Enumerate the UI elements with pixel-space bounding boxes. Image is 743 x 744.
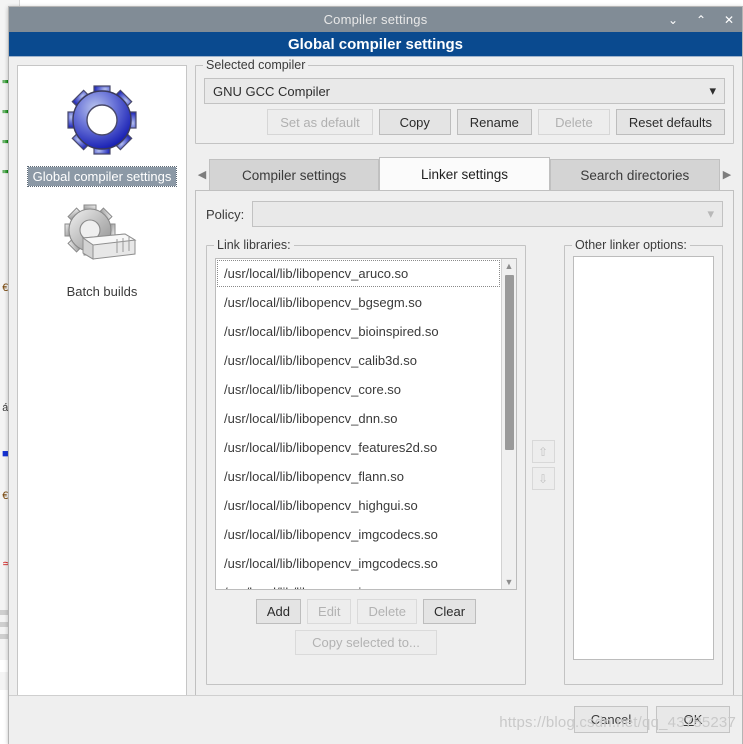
sidebar-item-global-compiler-settings[interactable]: Global compiler settings (18, 74, 186, 187)
tab-scroll-right-icon[interactable]: ▶ (720, 157, 734, 191)
scrollbar-thumb[interactable] (505, 275, 514, 450)
tab-search-directories[interactable]: Search directories (549, 159, 720, 191)
move-up-button[interactable]: ⇧ (531, 440, 555, 463)
list-item[interactable]: /usr/local/lib/libopencv_imgproc.so (216, 578, 501, 589)
rename-button[interactable]: Rename (456, 109, 532, 135)
compiler-select[interactable]: GNU GCC Compiler ▾ (204, 78, 725, 104)
banner-title: Global compiler settings (287, 35, 464, 53)
clear-button[interactable]: Clear (423, 599, 477, 624)
linker-columns: Link libraries: /usr/local/lib/libopencv… (206, 238, 723, 685)
list-item[interactable]: /usr/local/lib/libopencv_flann.so (216, 462, 501, 491)
gray-gear-stack-icon (63, 198, 141, 272)
screenshot-root: ➠ ➠ ➠ ➠ € á ■ € ≃ Compiler settings ⌄ ⌃ … (0, 0, 743, 744)
dialog-action-buttons: Cancel OK (574, 706, 730, 733)
tab-compiler-settings[interactable]: Compiler settings (209, 159, 380, 191)
other-linker-options-input[interactable] (573, 256, 714, 660)
add-button[interactable]: Add (255, 599, 302, 624)
edit-button[interactable]: Edit (307, 599, 352, 624)
ok-button-accel: O (683, 712, 694, 727)
delete-compiler-button[interactable]: Delete (537, 109, 610, 135)
list-item[interactable]: /usr/local/lib/libopencv_calib3d.so (216, 346, 501, 375)
tab-scroll-left-icon[interactable]: ◀ (195, 157, 209, 191)
chevron-down-icon: ▾ (707, 206, 714, 221)
ok-button[interactable]: OK (656, 706, 730, 733)
list-item[interactable]: /usr/local/lib/libopencv_core.so (216, 375, 501, 404)
cancel-button[interactable]: Cancel (574, 706, 648, 733)
list-item[interactable]: /usr/local/lib/libopencv_imgcodecs.so (216, 549, 501, 578)
minimize-icon[interactable]: ⌄ (666, 14, 680, 26)
scroll-up-icon[interactable]: ▲ (502, 259, 516, 273)
other-linker-options-group: Other linker options: (564, 238, 723, 685)
settings-tabstrip: ◀ Compiler settings Linker settings Sear… (195, 156, 734, 191)
other-linker-options-title: Other linker options: (572, 238, 690, 252)
tab-linker-settings[interactable]: Linker settings (379, 157, 550, 191)
sidebar-item-label: Global compiler settings (26, 166, 178, 187)
sidebar-item-batch-builds[interactable]: Batch builds (18, 198, 186, 301)
close-icon[interactable]: ✕ (722, 14, 736, 26)
compiler-settings-dialog: Compiler settings ⌄ ⌃ ✕ Global compiler … (8, 6, 743, 744)
selected-compiler-group: Selected compiler GNU GCC Compiler ▾ Set… (195, 58, 734, 144)
link-libraries-buttons: Add Edit Delete Clear (215, 599, 517, 624)
move-down-button[interactable]: ⇩ (531, 467, 555, 490)
list-item[interactable]: /usr/local/lib/libopencv_imgcodecs.so (216, 520, 501, 549)
sidebar-item-label: Batch builds (66, 284, 138, 299)
dialog-title: Compiler settings (323, 12, 428, 27)
link-libraries-column: Link libraries: /usr/local/lib/libopencv… (206, 238, 526, 685)
dialog-titlebar: Compiler settings ⌄ ⌃ ✕ (9, 7, 742, 32)
settings-pane: Selected compiler GNU GCC Compiler ▾ Set… (195, 58, 734, 737)
list-item[interactable]: /usr/local/lib/libopencv_bgsegm.so (216, 288, 501, 317)
list-item[interactable]: /usr/local/lib/libopencv_features2d.so (216, 433, 501, 462)
copy-selected-to-button[interactable]: Copy selected to... (295, 630, 437, 655)
link-libraries-title: Link libraries: (214, 238, 294, 252)
selected-compiler-title: Selected compiler (203, 58, 309, 72)
policy-label: Policy: (206, 206, 245, 222)
reorder-buttons: ⇧ ⇩ (526, 245, 560, 685)
link-libraries-group: Link libraries: /usr/local/lib/libopencv… (206, 238, 526, 685)
delete-button[interactable]: Delete (357, 599, 418, 624)
other-linker-options-column: Other linker options: (564, 238, 723, 685)
compiler-actions: Set as default Copy Rename Delete Reset … (204, 109, 725, 135)
window-controls: ⌄ ⌃ ✕ (666, 7, 736, 32)
dialog-footer: Cancel OK (9, 695, 742, 743)
list-item[interactable]: /usr/local/lib/libopencv_bioinspired.so (216, 317, 501, 346)
chevron-down-icon: ▾ (709, 83, 716, 98)
link-libraries-list[interactable]: /usr/local/lib/libopencv_aruco.so /usr/l… (215, 258, 517, 590)
dialog-body: Global compiler settings Batch builds Se… (9, 57, 742, 744)
dialog-banner: Global compiler settings (9, 32, 742, 57)
copy-button[interactable]: Copy (378, 109, 451, 135)
settings-sidebar: Global compiler settings Batch builds (17, 65, 187, 737)
set-as-default-button[interactable]: Set as default (267, 109, 373, 135)
list-vertical-scrollbar[interactable]: ▲ ▼ (501, 259, 516, 589)
blue-gear-icon (60, 74, 144, 166)
list-item[interactable]: /usr/local/lib/libopencv_highgui.so (216, 491, 501, 520)
scroll-down-icon[interactable]: ▼ (502, 575, 516, 589)
compiler-select-value: GNU GCC Compiler (213, 83, 331, 99)
policy-select[interactable]: ▾ (252, 201, 723, 227)
reset-defaults-button[interactable]: Reset defaults (615, 109, 725, 135)
maximize-icon[interactable]: ⌃ (694, 14, 708, 26)
list-item[interactable]: /usr/local/lib/libopencv_dnn.so (216, 404, 501, 433)
copy-selected-row: Copy selected to... (215, 630, 517, 655)
policy-row: Policy: ▾ (206, 201, 723, 227)
list-item[interactable]: /usr/local/lib/libopencv_aruco.so (216, 259, 501, 288)
ok-button-rest: K (693, 712, 703, 727)
linker-settings-panel: Policy: ▾ Link libraries: /usr/local/lib… (195, 190, 734, 714)
